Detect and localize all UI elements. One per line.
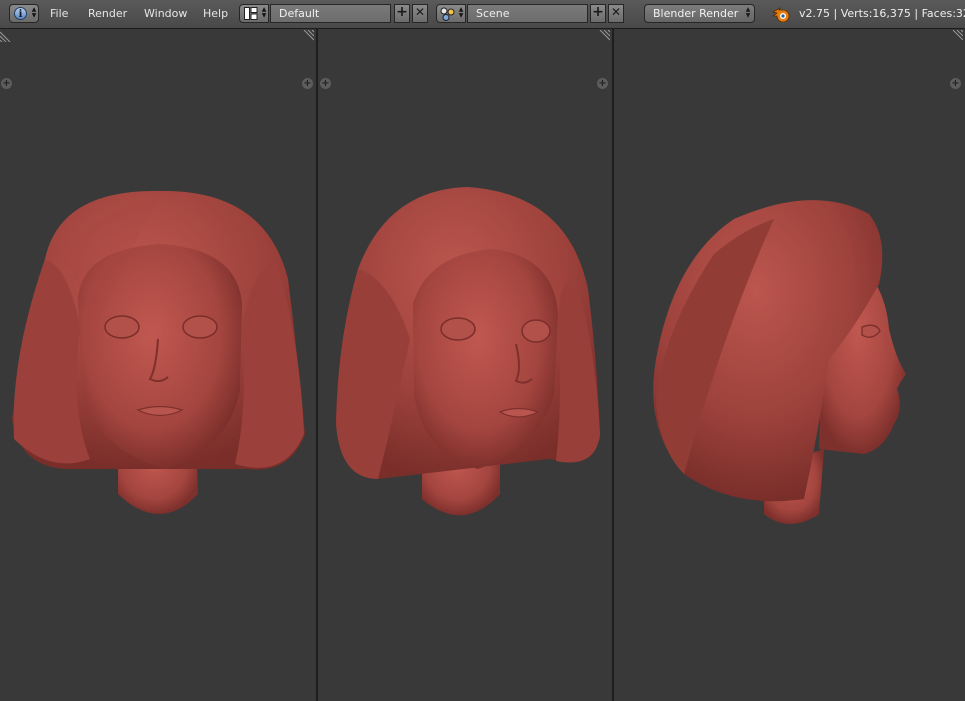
- blender-logo-icon: [771, 6, 790, 22]
- delete-layout-button[interactable]: ✕: [412, 4, 428, 23]
- properties-toggle-icon[interactable]: +: [597, 78, 608, 89]
- layout-selector-button[interactable]: ▲ ▼: [239, 4, 269, 23]
- menu-file[interactable]: File: [50, 0, 68, 28]
- layout-grid-icon: [244, 7, 258, 20]
- add-layout-button[interactable]: +: [394, 4, 410, 23]
- editor-type-button[interactable]: i ▲ ▼: [9, 4, 39, 23]
- toolbar-toggle-icon[interactable]: +: [320, 78, 331, 89]
- scene-name-field[interactable]: Scene: [467, 4, 588, 23]
- properties-toggle-icon[interactable]: +: [302, 78, 313, 89]
- scene-selector-button[interactable]: ▲ ▼: [436, 4, 466, 23]
- render-engine-label: Blender Render: [653, 7, 739, 20]
- layout-name-field[interactable]: Default: [270, 4, 391, 23]
- updown-arrows-icon: ▲ ▼: [745, 6, 751, 19]
- menu-window[interactable]: Window: [144, 0, 187, 28]
- delete-scene-button[interactable]: ✕: [608, 4, 624, 23]
- head-model-three-quarter: [336, 187, 600, 516]
- plus-icon: +: [592, 4, 604, 20]
- area-split-handle-icon[interactable]: [951, 30, 963, 42]
- properties-toggle-icon[interactable]: +: [950, 78, 961, 89]
- updown-arrows-icon: ▲ ▼: [31, 6, 37, 19]
- area-split-handle-icon[interactable]: [598, 30, 610, 42]
- menu-render[interactable]: Render: [88, 0, 127, 28]
- updown-arrows-icon: ▲ ▼: [458, 6, 464, 19]
- head-model-front: [12, 190, 305, 514]
- info-header: i ▲ ▼ File Render Window Help ▲ ▼ Default …: [0, 0, 965, 29]
- area-split-handle-icon[interactable]: [0, 30, 12, 42]
- menu-help[interactable]: Help: [203, 0, 228, 28]
- scene-statistics: v2.75 | Verts:16,375 | Faces:32,: [799, 7, 965, 20]
- plus-icon: +: [396, 4, 408, 20]
- head-model-side: [653, 200, 906, 524]
- updown-arrows-icon: ▲ ▼: [261, 6, 267, 19]
- toolbar-toggle-icon[interactable]: +: [1, 78, 12, 89]
- scene-icon: [440, 7, 455, 21]
- render-engine-dropdown[interactable]: Blender Render ▲ ▼: [644, 4, 755, 23]
- viewport-side[interactable]: +: [614, 29, 965, 701]
- area-split-handle-icon[interactable]: [302, 30, 314, 42]
- info-icon: i: [14, 7, 27, 20]
- close-icon: ✕: [414, 5, 426, 19]
- viewport-front[interactable]: + +: [0, 29, 316, 701]
- close-icon: ✕: [610, 5, 622, 19]
- add-scene-button[interactable]: +: [590, 4, 606, 23]
- viewport-three-quarter[interactable]: + +: [318, 29, 612, 701]
